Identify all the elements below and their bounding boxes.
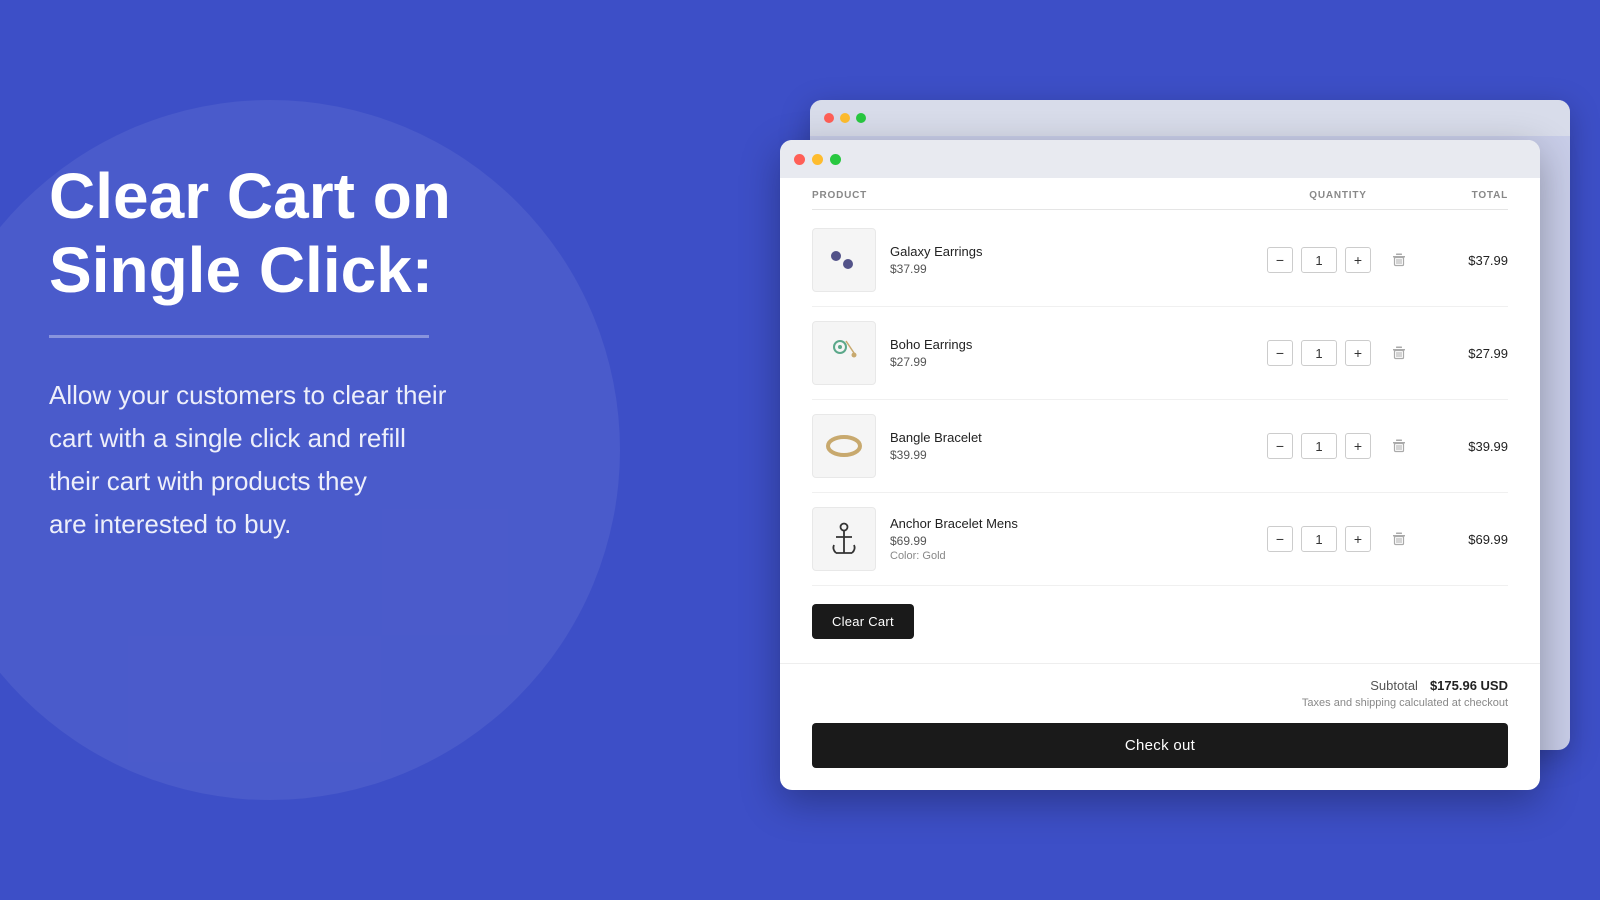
delete-button[interactable]: [1389, 436, 1409, 456]
back-toolbar: [810, 100, 1570, 136]
dot-green[interactable]: [830, 154, 841, 165]
col-header-total: TOTAL: [1428, 190, 1508, 201]
quantity-controls: − 1 +: [1248, 340, 1428, 366]
trash-icon: [1392, 253, 1406, 267]
quantity-display: 1: [1301, 526, 1337, 552]
back-dot-yellow: [840, 113, 850, 123]
delete-button[interactable]: [1389, 529, 1409, 549]
col-header-product: PRODUCT: [812, 190, 1248, 201]
checkout-button[interactable]: Check out: [812, 723, 1508, 768]
product-image: [812, 414, 876, 478]
product-name: Bangle Bracelet: [890, 430, 1248, 445]
increment-button[interactable]: +: [1345, 433, 1371, 459]
product-variant: Color: Gold: [890, 550, 1248, 562]
product-image: [812, 507, 876, 571]
table-row: Anchor Bracelet Mens $69.99 Color: Gold …: [812, 493, 1508, 586]
subtotal-label: Subtotal: [1370, 678, 1418, 693]
quantity-display: 1: [1301, 340, 1337, 366]
description: Allow your customers to clear theircart …: [49, 374, 589, 546]
browser-toolbar: [780, 140, 1540, 178]
subtotal-row: Subtotal $175.96 USD: [812, 678, 1508, 693]
divider: [49, 335, 429, 338]
cart-body: PRODUCT QUANTITY TOTAL Galaxy Earrings $…: [780, 178, 1540, 663]
product-price: $39.99: [890, 448, 1248, 462]
table-row: Bangle Bracelet $39.99 − 1 +: [812, 400, 1508, 493]
increment-button[interactable]: +: [1345, 526, 1371, 552]
increment-button[interactable]: +: [1345, 340, 1371, 366]
tax-note: Taxes and shipping calculated at checkou…: [812, 697, 1508, 709]
trash-icon: [1392, 439, 1406, 453]
trash-icon: [1392, 532, 1406, 546]
table-row: Galaxy Earrings $37.99 − 1 +: [812, 214, 1508, 307]
anchor-icon: [818, 513, 870, 565]
browser-front: PRODUCT QUANTITY TOTAL Galaxy Earrings $…: [780, 140, 1540, 790]
table-row: Boho Earrings $27.99 − 1 +: [812, 307, 1508, 400]
product-info: Bangle Bracelet $39.99: [890, 430, 1248, 462]
decrement-button[interactable]: −: [1267, 526, 1293, 552]
bangle-icon: [818, 420, 870, 472]
quantity-controls: − 1 +: [1248, 526, 1428, 552]
delete-button[interactable]: [1389, 250, 1409, 270]
delete-button[interactable]: [1389, 343, 1409, 363]
product-image: [812, 321, 876, 385]
item-total: $69.99: [1428, 532, 1508, 547]
quantity-display: 1: [1301, 247, 1337, 273]
col-header-quantity: QUANTITY: [1248, 190, 1428, 201]
product-price: $27.99: [890, 355, 1248, 369]
product-image: [812, 228, 876, 292]
subtotal-value: $175.96 USD: [1430, 678, 1508, 693]
clear-cart-button[interactable]: Clear Cart: [812, 604, 914, 639]
decrement-button[interactable]: −: [1267, 247, 1293, 273]
headline-line2: Single Click:: [49, 234, 433, 306]
quantity-controls: − 1 +: [1248, 247, 1428, 273]
headline-line1: Clear Cart on: [49, 160, 451, 232]
dot-red[interactable]: [794, 154, 805, 165]
product-price: $69.99: [890, 534, 1248, 548]
back-dot-red: [824, 113, 834, 123]
dot-yellow[interactable]: [812, 154, 823, 165]
cart-footer: Subtotal $175.96 USD Taxes and shipping …: [780, 663, 1540, 784]
item-total: $37.99: [1428, 253, 1508, 268]
trash-icon: [1392, 346, 1406, 360]
product-info: Anchor Bracelet Mens $69.99 Color: Gold: [890, 516, 1248, 562]
quantity-controls: − 1 +: [1248, 433, 1428, 459]
item-total: $39.99: [1428, 439, 1508, 454]
back-dot-green: [856, 113, 866, 123]
product-name: Anchor Bracelet Mens: [890, 516, 1248, 531]
browser-container: PRODUCT QUANTITY TOTAL Galaxy Earrings $…: [780, 100, 1560, 800]
decrement-button[interactable]: −: [1267, 340, 1293, 366]
earring1-icon: [818, 234, 870, 286]
product-name: Boho Earrings: [890, 337, 1248, 352]
product-info: Galaxy Earrings $37.99: [890, 244, 1248, 276]
headline: Clear Cart on Single Click:: [49, 160, 589, 307]
product-info: Boho Earrings $27.99: [890, 337, 1248, 369]
decrement-button[interactable]: −: [1267, 433, 1293, 459]
increment-button[interactable]: +: [1345, 247, 1371, 273]
quantity-display: 1: [1301, 433, 1337, 459]
product-name: Galaxy Earrings: [890, 244, 1248, 259]
cart-header: PRODUCT QUANTITY TOTAL: [812, 178, 1508, 210]
left-panel: Clear Cart on Single Click: Allow your c…: [49, 160, 589, 546]
earring2-icon: [818, 327, 870, 379]
product-price: $37.99: [890, 262, 1248, 276]
item-total: $27.99: [1428, 346, 1508, 361]
